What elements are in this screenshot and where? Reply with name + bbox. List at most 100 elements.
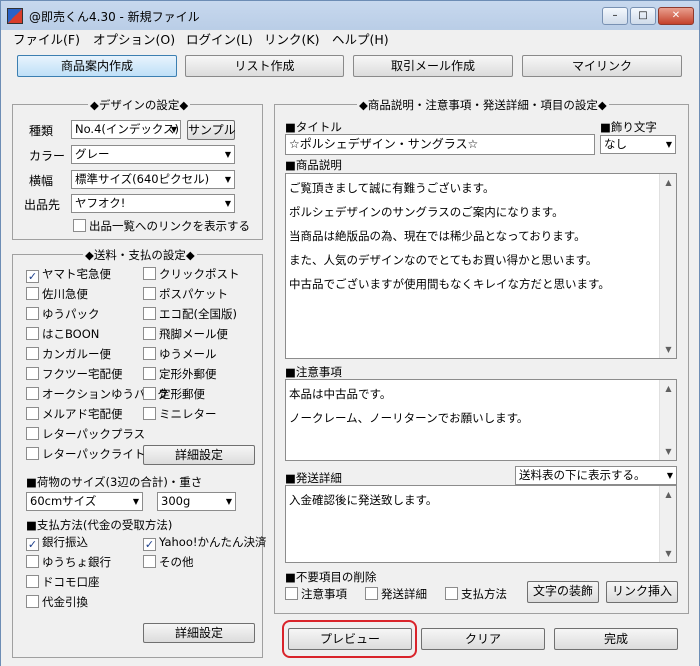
unneeded-checkbox[interactable]: 発送詳細 — [365, 587, 427, 603]
checkbox-label: レターパックライト — [42, 447, 146, 461]
scroll-up-icon[interactable]: ▲ — [660, 380, 676, 397]
check-icon: ✓ — [26, 270, 39, 283]
menu-options[interactable]: オプション(O) — [93, 30, 175, 50]
shipping-detail-label: ■発送詳細 — [285, 471, 342, 485]
shipping-checkbox[interactable]: ミニレター — [143, 407, 217, 423]
payment-detail-button[interactable]: 詳細設定 — [143, 623, 255, 643]
shipping-checkbox[interactable]: ✓ ヤマト宅急便 — [26, 267, 111, 283]
tab-trade-mail[interactable]: 取引メール作成 — [353, 55, 513, 77]
checkbox-box — [143, 407, 156, 420]
width-select[interactable]: 標準サイズ(640ピクセル) ▼ — [71, 170, 235, 189]
clear-button[interactable]: クリア — [421, 628, 545, 650]
tab-list[interactable]: リスト作成 — [185, 55, 344, 77]
shipping-checkbox[interactable]: はこBOON — [26, 327, 99, 343]
description-textarea[interactable]: ご覧頂きまして誠に有難うございます。 ポルシェデザインのサングラスのご案内になりま… — [285, 173, 677, 359]
scroll-up-icon[interactable]: ▲ — [660, 486, 676, 503]
notes-textarea[interactable]: 本品は中古品です。 ノークレーム、ノーリターンでお願いします。 ▲ ▼ — [285, 379, 677, 461]
unneeded-checkbox[interactable]: 注意事項 — [285, 587, 347, 603]
sample-button[interactable]: サンプル — [187, 120, 236, 140]
checkbox-label: 飛脚メール便 — [159, 327, 228, 341]
shipping-detail-scrollbar[interactable]: ▲ ▼ — [659, 486, 676, 562]
insert-link-button[interactable]: リンク挿入 — [606, 581, 678, 603]
weight-select[interactable]: 300g ▼ — [157, 492, 236, 511]
checkbox-box — [26, 387, 39, 400]
shipping-checkbox[interactable]: 佐川急便 — [26, 287, 88, 303]
scroll-down-icon[interactable]: ▼ — [660, 341, 676, 358]
checkbox-label: ゆうちょ銀行 — [42, 555, 111, 569]
tab-product-guide[interactable]: 商品案内作成 — [17, 55, 177, 77]
shipping-checkbox[interactable]: ポスパケット — [143, 287, 228, 303]
unneeded-checkbox[interactable]: 支払方法 — [445, 587, 507, 603]
payment-checkbox[interactable]: ✓ Yahoo!かんたん決済 — [143, 535, 266, 551]
notes-scrollbar[interactable]: ▲ ▼ — [659, 380, 676, 460]
text-deco-button[interactable]: 文字の装飾 — [527, 581, 599, 603]
scroll-down-icon[interactable]: ▼ — [660, 545, 676, 562]
shipping-checkbox[interactable]: カンガルー便 — [26, 347, 111, 363]
type-select[interactable]: No.4(インデックス) ▼ — [71, 120, 181, 139]
text-line: 中古品でございますが使用間もなくキレイな方だと思います。 — [289, 277, 610, 291]
title-input[interactable]: ☆ポルシェデザイン・サングラス☆ — [285, 134, 595, 155]
payment-checkbox[interactable]: ゆうちょ銀行 — [26, 555, 111, 571]
maximize-button[interactable]: □ — [630, 7, 656, 25]
scroll-down-icon[interactable]: ▼ — [660, 443, 676, 460]
title-bar: @即売くん4.30 - 新規ファイル – □ ✕ — [1, 1, 699, 30]
shipping-checkbox[interactable]: レターパックライト — [26, 447, 145, 463]
shipping-checkbox[interactable]: クリックポスト — [143, 267, 240, 283]
shipping-checkbox[interactable]: ゆうパック — [26, 307, 100, 323]
checkbox-label: 定形外郵便 — [159, 367, 217, 381]
payment-checkbox[interactable]: 代金引換 — [26, 595, 88, 611]
payment-checkbox[interactable]: ✓ 銀行振込 — [26, 535, 88, 551]
checkbox-label: 代金引換 — [42, 595, 88, 609]
shipping-detail-textarea[interactable]: 入金確認後に発送致します。 ▲ ▼ — [285, 485, 677, 563]
shipping-checkbox[interactable]: 飛脚メール便 — [143, 327, 228, 343]
description-scrollbar[interactable]: ▲ ▼ — [659, 174, 676, 358]
menu-file[interactable]: ファイル(F) — [13, 30, 80, 50]
product-legend: ◆商品説明・注意事項・発送詳細・項目の設定◆ — [357, 97, 609, 113]
shipping-checkbox[interactable]: エコ配(全国版) — [143, 307, 237, 323]
list-link-checkbox[interactable]: 出品一覧へのリンクを表示する — [73, 219, 250, 235]
checkbox-label: はこBOON — [42, 327, 100, 341]
payment-checkbox[interactable]: ドコモ口座 — [26, 575, 100, 591]
finish-button[interactable]: 完成 — [554, 628, 678, 650]
shipping-checkbox[interactable]: フクツー宅配便 — [26, 367, 123, 383]
shipping-checkbox[interactable]: メルアド宅配便 — [26, 407, 123, 423]
list-link-label: 出品一覧へのリンクを表示する — [89, 219, 250, 233]
shipping-position-select[interactable]: 送料表の下に表示する。 ▼ — [515, 466, 677, 485]
chevron-down-icon: ▼ — [224, 150, 231, 159]
weight-value: 300g — [161, 494, 191, 508]
notes-lines: 本品は中古品です。 ノークレーム、ノーリターンでお願いします。 — [289, 382, 656, 430]
checkbox-box — [26, 367, 39, 380]
deco-select[interactable]: なし ▼ — [600, 135, 676, 154]
shipping-checkbox[interactable]: 定形外郵便 — [143, 367, 217, 383]
shipping-checkbox[interactable]: ゆうメール — [143, 347, 217, 363]
checkbox-box — [445, 587, 458, 600]
minimize-button[interactable]: – — [602, 7, 628, 25]
menu-login[interactable]: ログイン(L) — [186, 30, 253, 50]
size-select[interactable]: 60cmサイズ ▼ — [26, 492, 143, 511]
destination-select[interactable]: ヤフオク! ▼ — [71, 194, 235, 213]
checkbox-label: クリックポスト — [159, 267, 240, 281]
menu-help[interactable]: ヘルプ(H) — [332, 30, 389, 50]
chevron-down-icon: ▼ — [666, 471, 673, 480]
color-select[interactable]: グレー ▼ — [71, 145, 235, 164]
tab-my-link[interactable]: マイリンク — [522, 55, 682, 77]
chevron-down-icon: ▼ — [225, 497, 232, 506]
checkbox-box — [26, 595, 39, 608]
width-label: 横幅 — [29, 174, 54, 188]
chevron-down-icon: ▼ — [132, 497, 139, 506]
checkbox-box — [143, 367, 156, 380]
checkbox-label: 注意事項 — [301, 587, 347, 601]
shipping-detail-button[interactable]: 詳細設定 — [143, 445, 255, 465]
checkbox-label: エコ配(全国版) — [159, 307, 237, 321]
shipping-checkbox[interactable]: 定形郵便 — [143, 387, 205, 403]
checkbox-box — [143, 287, 156, 300]
checkbox-box — [26, 327, 39, 340]
checkbox-box — [26, 555, 39, 568]
app-icon — [7, 8, 23, 24]
product-settings-panel: ◆商品説明・注意事項・発送詳細・項目の設定◆ ■タイトル ☆ポルシェデザイン・サ… — [274, 97, 689, 614]
menu-link[interactable]: リンク(K) — [264, 30, 319, 50]
scroll-up-icon[interactable]: ▲ — [660, 174, 676, 191]
close-button[interactable]: ✕ — [658, 7, 694, 25]
payment-checkbox[interactable]: その他 — [143, 555, 194, 571]
shipping-checkbox[interactable]: レターパックプラス — [26, 427, 145, 443]
